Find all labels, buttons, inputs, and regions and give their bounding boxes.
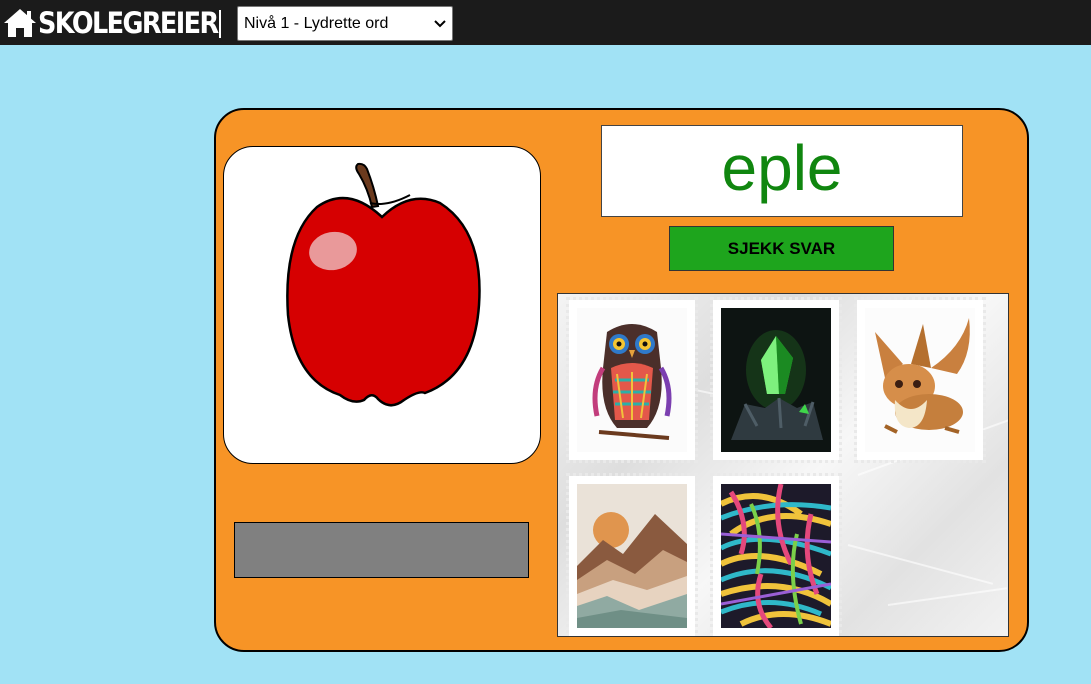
stamp-desert-mountains[interactable] (566, 473, 698, 636)
level-select-value: Nivå 1 - Lydrette ord (244, 14, 389, 32)
home-link[interactable]: SKOLEGREIER (2, 7, 242, 39)
chevron-down-icon (434, 19, 446, 27)
stamp-owl[interactable] (566, 297, 698, 463)
apple-picture (286, 162, 481, 407)
target-word: eple (721, 132, 843, 204)
word-box: eple (601, 125, 963, 217)
mountains-stamp-art (577, 484, 687, 628)
crystal-stamp-art (721, 308, 831, 452)
owl-stamp-art (577, 308, 687, 452)
check-answer-button[interactable]: SJEKK SVAR (669, 226, 894, 271)
stamp-colorful-feathers[interactable] (710, 473, 842, 636)
feathers-stamp-art (721, 484, 831, 628)
picture-box (223, 146, 541, 464)
logo-text: SKOLEGREIER (38, 6, 219, 40)
eevee-stamp-art (865, 308, 975, 452)
logo-divider (219, 10, 221, 38)
stamp-collection (557, 293, 1009, 637)
level-select[interactable]: Nivå 1 - Lydrette ord (237, 6, 453, 41)
answer-bar (234, 522, 529, 578)
top-bar: SKOLEGREIER Nivå 1 - Lydrette ord (0, 0, 1091, 45)
home-icon (4, 9, 36, 37)
stamp-eevee[interactable] (854, 297, 986, 463)
stamp-green-crystal[interactable] (710, 297, 842, 463)
